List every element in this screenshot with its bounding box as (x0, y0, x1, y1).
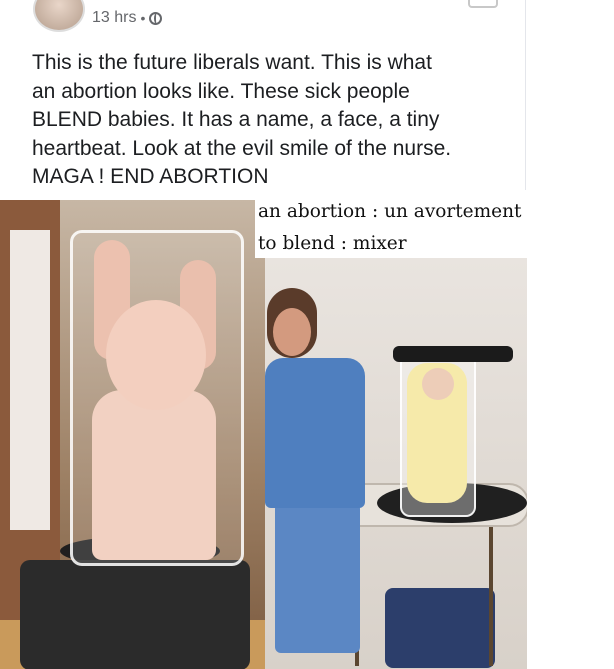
door-panel (10, 230, 50, 530)
meta-separator: • (140, 10, 146, 26)
post-text-line: an abortion looks like. These sick peopl… (32, 79, 410, 103)
globe-icon (149, 11, 163, 25)
post-text: This is the future liberals want. This i… (32, 49, 512, 192)
post-meta: 13 hrs • (92, 9, 163, 27)
post-photos (0, 190, 614, 669)
photo-nurse-and-baby-right[interactable] (265, 258, 527, 669)
scrub-top (265, 358, 365, 508)
photo-baby-in-tube-left[interactable] (0, 200, 265, 669)
post-text-line: BLEND babies. It has a name, a face, a t… (32, 108, 440, 131)
xray-stand (20, 560, 250, 669)
post-timestamp[interactable]: 13 hrs (92, 9, 136, 27)
translation-caption: an abortion : un avortement to blend : m… (255, 196, 614, 258)
nurse-face (273, 308, 311, 356)
post-card: 13 hrs • This is the future liberals wan… (0, 0, 526, 190)
post-text-line: This is the future liberals want. This i… (32, 51, 432, 74)
nurse-figure (265, 288, 375, 669)
post-text-line: heartbeat. Look at the evil smile of the… (32, 136, 452, 160)
scrub-pants (275, 503, 360, 653)
avatar[interactable] (33, 0, 85, 32)
hand-bar (393, 346, 513, 362)
more-options-icon[interactable] (468, 0, 498, 8)
table-legs (355, 526, 493, 666)
plastic-tube (70, 230, 244, 566)
plastic-tube (400, 353, 476, 517)
post-text-line: MAGA ! END ABORTION (32, 165, 269, 188)
caption-line: an abortion : un avortement (258, 201, 522, 222)
caption-line: to blend : mixer (258, 233, 407, 254)
